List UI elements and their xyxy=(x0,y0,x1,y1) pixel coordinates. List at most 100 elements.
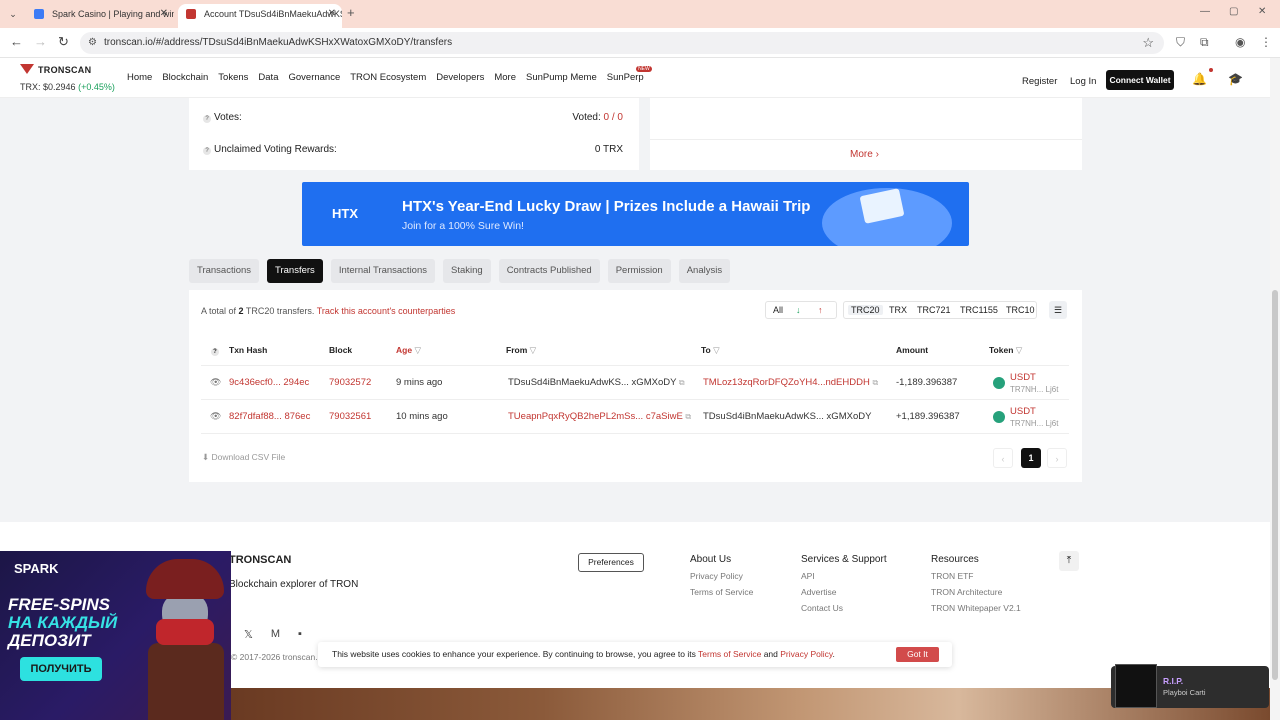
browser-tab-tronscan[interactable]: Account TDsuSd4iBnMaekuAdwKS... ✕ xyxy=(178,4,342,28)
api-link[interactable]: API xyxy=(801,571,887,581)
contact-link[interactable]: Contact Us xyxy=(801,603,887,613)
footer-about: About Us Privacy Policy Terms of Service xyxy=(690,554,754,597)
block-link[interactable]: 79032561 xyxy=(329,411,371,422)
browser-menu-icon[interactable]: ⋮ xyxy=(1260,35,1272,49)
chat-icon[interactable]: ▪ xyxy=(298,628,302,641)
filter-trc10[interactable]: TRC10 xyxy=(1006,305,1035,315)
close-window-icon[interactable]: ✕ xyxy=(1258,6,1266,17)
pagination-prev-button[interactable]: ‹ xyxy=(993,448,1013,468)
terms-of-service-link[interactable]: Terms of Service xyxy=(698,649,761,659)
nav-item-more[interactable]: More xyxy=(494,72,516,83)
nav-item-data[interactable]: Data xyxy=(258,72,278,83)
txn-hash-link[interactable]: 9c436ecf0... 294ec xyxy=(229,377,309,388)
tronscan-logo[interactable]: TRONSCAN xyxy=(20,64,91,75)
tron-architecture-link[interactable]: TRON Architecture xyxy=(931,587,1021,597)
copy-icon: ⧉ xyxy=(685,412,692,421)
filter-trc1155[interactable]: TRC1155 xyxy=(960,305,998,315)
column-age[interactable]: Age ▽ xyxy=(396,345,421,356)
column-token[interactable]: Token ▽ xyxy=(989,345,1022,356)
preferences-button[interactable]: Preferences xyxy=(578,553,644,572)
help-icon[interactable]: ? xyxy=(203,115,211,123)
reload-icon[interactable]: ↻ xyxy=(58,34,69,50)
more-link[interactable]: More › xyxy=(850,149,879,160)
filter-trc20[interactable]: TRC20 xyxy=(848,305,883,315)
txn-hash-link[interactable]: 82f7dfaf88... 876ec xyxy=(229,411,310,422)
advanced-filter-icon[interactable]: ☰ xyxy=(1049,301,1067,319)
privacy-policy-link[interactable]: Privacy Policy xyxy=(780,649,832,659)
bookmark-star-icon[interactable]: ☆ xyxy=(1142,35,1154,51)
register-link[interactable]: Register xyxy=(1022,76,1057,87)
tab-analysis[interactable]: Analysis xyxy=(678,259,731,283)
block-link[interactable]: 79032572 xyxy=(329,377,371,388)
nav-item-home[interactable]: Home xyxy=(127,72,152,83)
privacy-policy-link[interactable]: Privacy Policy xyxy=(690,571,753,581)
notification-bell-icon[interactable]: 🔔 xyxy=(1192,72,1207,86)
back-icon[interactable]: ← xyxy=(10,34,23,49)
scrollbar-thumb[interactable] xyxy=(1272,290,1278,680)
preview-eye-icon[interactable]: 👁 xyxy=(210,411,221,422)
minimize-icon[interactable]: — xyxy=(1200,6,1210,17)
tab-contracts-published[interactable]: Contracts Published xyxy=(498,259,600,283)
profile-avatar-icon[interactable]: ◉ xyxy=(1235,35,1245,49)
nav-item-tokens[interactable]: Tokens xyxy=(218,72,248,83)
close-tab-icon[interactable]: ✕ xyxy=(328,4,336,24)
pagination-current-page[interactable]: 1 xyxy=(1021,448,1041,468)
tron-whitepaper-link[interactable]: TRON Whitepaper V2.1 xyxy=(931,603,1021,613)
extensions-puzzle-icon[interactable]: ⧉ xyxy=(1200,35,1209,50)
tab-internal-transactions[interactable]: Internal Transactions xyxy=(330,259,435,283)
help-icon[interactable]: ? xyxy=(203,147,211,155)
login-link[interactable]: Log In xyxy=(1070,76,1096,87)
shield-extension-icon[interactable]: ⛉ xyxy=(1176,35,1185,50)
media-title: R.I.P. xyxy=(1163,676,1184,686)
nav-item-developers[interactable]: Developers xyxy=(436,72,484,83)
site-info-icon[interactable]: ⚙ xyxy=(88,37,97,48)
x-twitter-icon[interactable]: 𝕏 xyxy=(244,628,253,641)
help-icon[interactable]: ? xyxy=(211,345,219,356)
tab-transactions[interactable]: Transactions xyxy=(189,259,260,283)
filter-in-arrow-icon[interactable]: ↓ xyxy=(796,305,801,315)
academy-icon[interactable]: 🎓 xyxy=(1228,72,1243,86)
url-field[interactable]: ⚙ tronscan.io/#/address/TDsuSd4iBnMaekuA… xyxy=(80,32,1164,54)
medium-icon[interactable]: M xyxy=(271,628,280,641)
token-name-link[interactable]: USDT xyxy=(1010,406,1036,417)
back-to-top-icon[interactable]: ⤒ xyxy=(1059,551,1079,571)
tab-transfers[interactable]: Transfers xyxy=(267,259,323,283)
nav-item-tron-ecosystem[interactable]: TRON Ecosystem xyxy=(350,72,426,83)
casino-ad-overlay[interactable]: SPARK FREE-SPINS НА КАЖДЫЙ ДЕПОЗИТ ПОЛУЧ… xyxy=(0,551,231,720)
cookie-accept-button[interactable]: Got It xyxy=(896,647,939,662)
from-address[interactable]: TDsuSd4iBnMaekuAdwKS... xGMXoDY ⧉ xyxy=(508,377,685,388)
tron-etf-link[interactable]: TRON ETF xyxy=(931,571,1021,581)
terms-link[interactable]: Terms of Service xyxy=(690,587,753,597)
close-tab-icon[interactable]: ✕ xyxy=(160,4,168,24)
pagination-next-button[interactable]: › xyxy=(1047,448,1067,468)
nav-item-governance[interactable]: Governance xyxy=(288,72,340,83)
token-name-link[interactable]: USDT xyxy=(1010,372,1036,383)
ad-cta-button[interactable]: ПОЛУЧИТЬ xyxy=(20,657,102,681)
filter-out-arrow-icon[interactable]: ↑ xyxy=(818,305,823,315)
browser-tab-spark[interactable]: Spark Casino | Playing and win ✕ xyxy=(26,4,174,28)
filter-all[interactable]: All xyxy=(773,305,783,315)
tab-search-button[interactable]: ⌄ xyxy=(4,5,22,23)
advertise-link[interactable]: Advertise xyxy=(801,587,887,597)
promo-banner[interactable]: HTX HTX's Year-End Lucky Draw | Prizes I… xyxy=(302,182,969,246)
tab-staking[interactable]: Staking xyxy=(443,259,491,283)
column-to[interactable]: To ▽ xyxy=(701,345,720,356)
to-address[interactable]: TDsuSd4iBnMaekuAdwKS... xGMXoDY xyxy=(703,411,871,422)
nav-item-sunpump-meme[interactable]: SunPump Meme xyxy=(526,72,597,83)
connect-wallet-button[interactable]: Connect Wallet xyxy=(1106,70,1174,90)
nav-item-blockchain[interactable]: Blockchain xyxy=(162,72,208,83)
download-csv-button[interactable]: ⬇ Download CSV File xyxy=(202,452,285,463)
column-from[interactable]: From ▽ xyxy=(506,345,536,356)
filter-trx[interactable]: TRX xyxy=(889,305,907,315)
to-address-link[interactable]: TMLoz13zqRorDFQZoYH4...ndEHDDH ⧉ xyxy=(703,377,878,388)
new-tab-button[interactable]: + xyxy=(347,5,355,20)
forward-icon[interactable]: → xyxy=(34,34,47,49)
nav-item-sunperp[interactable]: SunPerp xyxy=(607,66,652,83)
filter-trc721[interactable]: TRC721 xyxy=(917,305,951,315)
maximize-icon[interactable]: ▢ xyxy=(1229,6,1238,17)
from-address-link[interactable]: TUeapnPqxRyQB2hePL2mSs... c7aSiwE ⧉ xyxy=(508,411,691,422)
counterparties-link[interactable]: Track this account's counterparties xyxy=(317,306,455,316)
preview-eye-icon[interactable]: 👁 xyxy=(210,377,221,388)
tab-permission[interactable]: Permission xyxy=(607,259,671,283)
media-notification[interactable]: R.I.P. Playboi Carti xyxy=(1111,664,1269,708)
